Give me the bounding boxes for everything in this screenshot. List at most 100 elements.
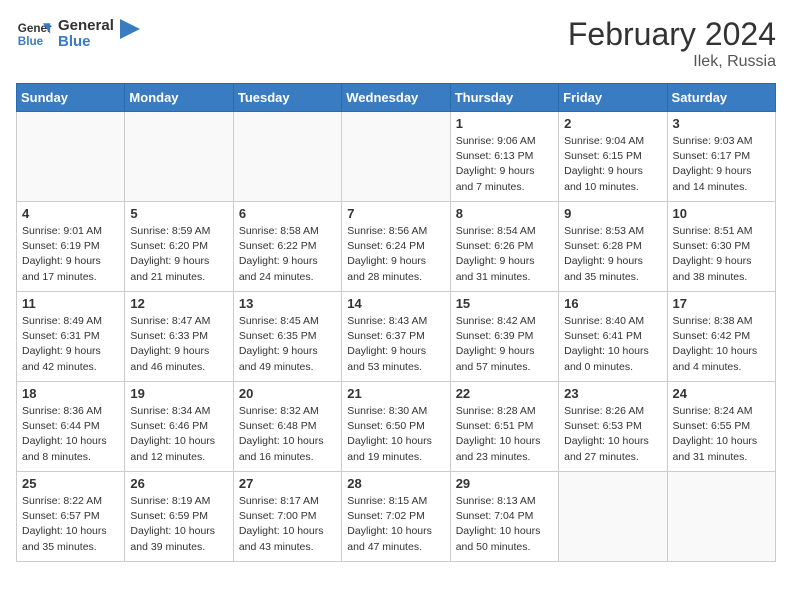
day-number: 25 (22, 476, 119, 491)
week-row-1: 1Sunrise: 9:06 AMSunset: 6:13 PMDaylight… (17, 112, 776, 202)
week-row-5: 25 Sunrise: 8:22 AMSunset: 6:57 PMDayligh… (17, 472, 776, 562)
day-info: Sunrise: 8:28 AMSunset: 6:51 PMDaylight:… (456, 404, 553, 465)
day-number: 7 (347, 206, 444, 221)
calendar-cell: 20 Sunrise: 8:32 AMSunset: 6:48 PMDayligh… (233, 382, 341, 472)
day-number: 18 (22, 386, 119, 401)
day-info: Sunrise: 8:54 AMSunset: 6:26 PMDaylight:… (456, 224, 553, 285)
day-number: 9 (564, 206, 661, 221)
day-number: 19 (130, 386, 227, 401)
calendar-cell: 13 Sunrise: 8:45 AMSunset: 6:35 PMDayligh… (233, 292, 341, 382)
day-info: Sunrise: 8:19 AMSunset: 6:59 PMDaylight:… (130, 494, 227, 555)
calendar-cell: 16 Sunrise: 8:40 AMSunset: 6:41 PMDayligh… (559, 292, 667, 382)
calendar-cell (342, 112, 450, 202)
day-number: 8 (456, 206, 553, 221)
logo-blue: Blue (58, 34, 114, 51)
title-area: February 2024 Ilek, Russia (568, 16, 776, 71)
day-info: Sunrise: 8:42 AMSunset: 6:39 PMDaylight:… (456, 314, 553, 375)
location-title: Ilek, Russia (568, 53, 776, 71)
day-number: 23 (564, 386, 661, 401)
day-info: Sunrise: 8:36 AMSunset: 6:44 PMDaylight:… (22, 404, 119, 465)
weekday-header-friday: Friday (559, 84, 667, 112)
calendar-cell: 9 Sunrise: 8:53 AMSunset: 6:28 PMDaylight… (559, 202, 667, 292)
day-info: Sunrise: 9:01 AMSunset: 6:19 PMDaylight:… (22, 224, 119, 285)
calendar-cell: 17 Sunrise: 8:38 AMSunset: 6:42 PMDayligh… (667, 292, 775, 382)
day-info: Sunrise: 9:03 AMSunset: 6:17 PMDaylight:… (673, 134, 770, 195)
day-number: 6 (239, 206, 336, 221)
calendar-cell: 18 Sunrise: 8:36 AMSunset: 6:44 PMDayligh… (17, 382, 125, 472)
calendar-cell: 12Sunrise: 8:47 AMSunset: 6:33 PMDayligh… (125, 292, 233, 382)
day-info: Sunrise: 8:38 AMSunset: 6:42 PMDaylight:… (673, 314, 770, 375)
svg-text:Blue: Blue (18, 35, 44, 48)
day-info: Sunrise: 8:13 AMSunset: 7:04 PMDaylight:… (456, 494, 553, 555)
calendar-cell: 3 Sunrise: 9:03 AMSunset: 6:17 PMDaylight… (667, 112, 775, 202)
day-number: 24 (673, 386, 770, 401)
day-number: 17 (673, 296, 770, 311)
day-number: 4 (22, 206, 119, 221)
weekday-header-tuesday: Tuesday (233, 84, 341, 112)
weekday-header-wednesday: Wednesday (342, 84, 450, 112)
calendar-cell: 11 Sunrise: 8:49 AMSunset: 6:31 PMDayligh… (17, 292, 125, 382)
day-info: Sunrise: 8:45 AMSunset: 6:35 PMDaylight:… (239, 314, 336, 375)
calendar-cell: 21 Sunrise: 8:30 AMSunset: 6:50 PMDayligh… (342, 382, 450, 472)
day-number: 12 (130, 296, 227, 311)
day-number: 26 (130, 476, 227, 491)
logo-icon: General Blue (16, 16, 52, 52)
calendar-cell: 24 Sunrise: 8:24 AMSunset: 6:55 PMDayligh… (667, 382, 775, 472)
calendar-cell (559, 472, 667, 562)
calendar-cell: 7 Sunrise: 8:56 AMSunset: 6:24 PMDaylight… (342, 202, 450, 292)
day-number: 14 (347, 296, 444, 311)
day-info: Sunrise: 8:22 AMSunset: 6:57 PMDaylight:… (22, 494, 119, 555)
calendar-cell: 19Sunrise: 8:34 AMSunset: 6:46 PMDayligh… (125, 382, 233, 472)
calendar-cell (17, 112, 125, 202)
day-number: 2 (564, 116, 661, 131)
day-number: 21 (347, 386, 444, 401)
day-info: Sunrise: 8:43 AMSunset: 6:37 PMDaylight:… (347, 314, 444, 375)
day-number: 22 (456, 386, 553, 401)
weekday-header-monday: Monday (125, 84, 233, 112)
calendar-cell: 28 Sunrise: 8:15 AMSunset: 7:02 PMDayligh… (342, 472, 450, 562)
day-number: 28 (347, 476, 444, 491)
day-info: Sunrise: 8:53 AMSunset: 6:28 PMDaylight:… (564, 224, 661, 285)
day-number: 10 (673, 206, 770, 221)
week-row-4: 18 Sunrise: 8:36 AMSunset: 6:44 PMDayligh… (17, 382, 776, 472)
calendar-cell (233, 112, 341, 202)
weekday-header-sunday: Sunday (17, 84, 125, 112)
calendar-cell (125, 112, 233, 202)
day-number: 15 (456, 296, 553, 311)
calendar-cell: 27Sunrise: 8:17 AMSunset: 7:00 PMDayligh… (233, 472, 341, 562)
calendar-cell: 15 Sunrise: 8:42 AMSunset: 6:39 PMDayligh… (450, 292, 558, 382)
day-info: Sunrise: 8:40 AMSunset: 6:41 PMDaylight:… (564, 314, 661, 375)
day-number: 3 (673, 116, 770, 131)
day-info: Sunrise: 8:30 AMSunset: 6:50 PMDaylight:… (347, 404, 444, 465)
calendar-cell: 6 Sunrise: 8:58 AMSunset: 6:22 PMDaylight… (233, 202, 341, 292)
calendar-cell (667, 472, 775, 562)
day-info: Sunrise: 9:04 AMSunset: 6:15 PMDaylight:… (564, 134, 661, 195)
day-number: 29 (456, 476, 553, 491)
day-number: 20 (239, 386, 336, 401)
day-number: 16 (564, 296, 661, 311)
day-number: 11 (22, 296, 119, 311)
calendar-cell: 10Sunrise: 8:51 AMSunset: 6:30 PMDayligh… (667, 202, 775, 292)
month-title: February 2024 (568, 16, 776, 53)
calendar-cell: 25 Sunrise: 8:22 AMSunset: 6:57 PMDayligh… (17, 472, 125, 562)
calendar-cell: 22 Sunrise: 8:28 AMSunset: 6:51 PMDayligh… (450, 382, 558, 472)
week-row-2: 4 Sunrise: 9:01 AMSunset: 6:19 PMDaylight… (17, 202, 776, 292)
calendar-cell: 4 Sunrise: 9:01 AMSunset: 6:19 PMDaylight… (17, 202, 125, 292)
day-number: 1 (456, 116, 553, 131)
day-info: Sunrise: 8:24 AMSunset: 6:55 PMDaylight:… (673, 404, 770, 465)
logo-arrow-icon (120, 19, 140, 39)
logo-general: General (58, 18, 114, 35)
day-info: Sunrise: 8:49 AMSunset: 6:31 PMDaylight:… (22, 314, 119, 375)
calendar-cell: 29 Sunrise: 8:13 AMSunset: 7:04 PMDayligh… (450, 472, 558, 562)
week-row-3: 11 Sunrise: 8:49 AMSunset: 6:31 PMDayligh… (17, 292, 776, 382)
day-info: Sunrise: 8:56 AMSunset: 6:24 PMDaylight:… (347, 224, 444, 285)
day-info: Sunrise: 8:58 AMSunset: 6:22 PMDaylight:… (239, 224, 336, 285)
calendar-table: SundayMondayTuesdayWednesdayThursdayFrid… (16, 83, 776, 562)
day-info: Sunrise: 8:26 AMSunset: 6:53 PMDaylight:… (564, 404, 661, 465)
calendar-cell: 2 Sunrise: 9:04 AMSunset: 6:15 PMDaylight… (559, 112, 667, 202)
day-info: Sunrise: 8:32 AMSunset: 6:48 PMDaylight:… (239, 404, 336, 465)
day-info: Sunrise: 8:15 AMSunset: 7:02 PMDaylight:… (347, 494, 444, 555)
weekday-header-row: SundayMondayTuesdayWednesdayThursdayFrid… (17, 84, 776, 112)
day-number: 13 (239, 296, 336, 311)
day-info: Sunrise: 8:17 AMSunset: 7:00 PMDaylight:… (239, 494, 336, 555)
